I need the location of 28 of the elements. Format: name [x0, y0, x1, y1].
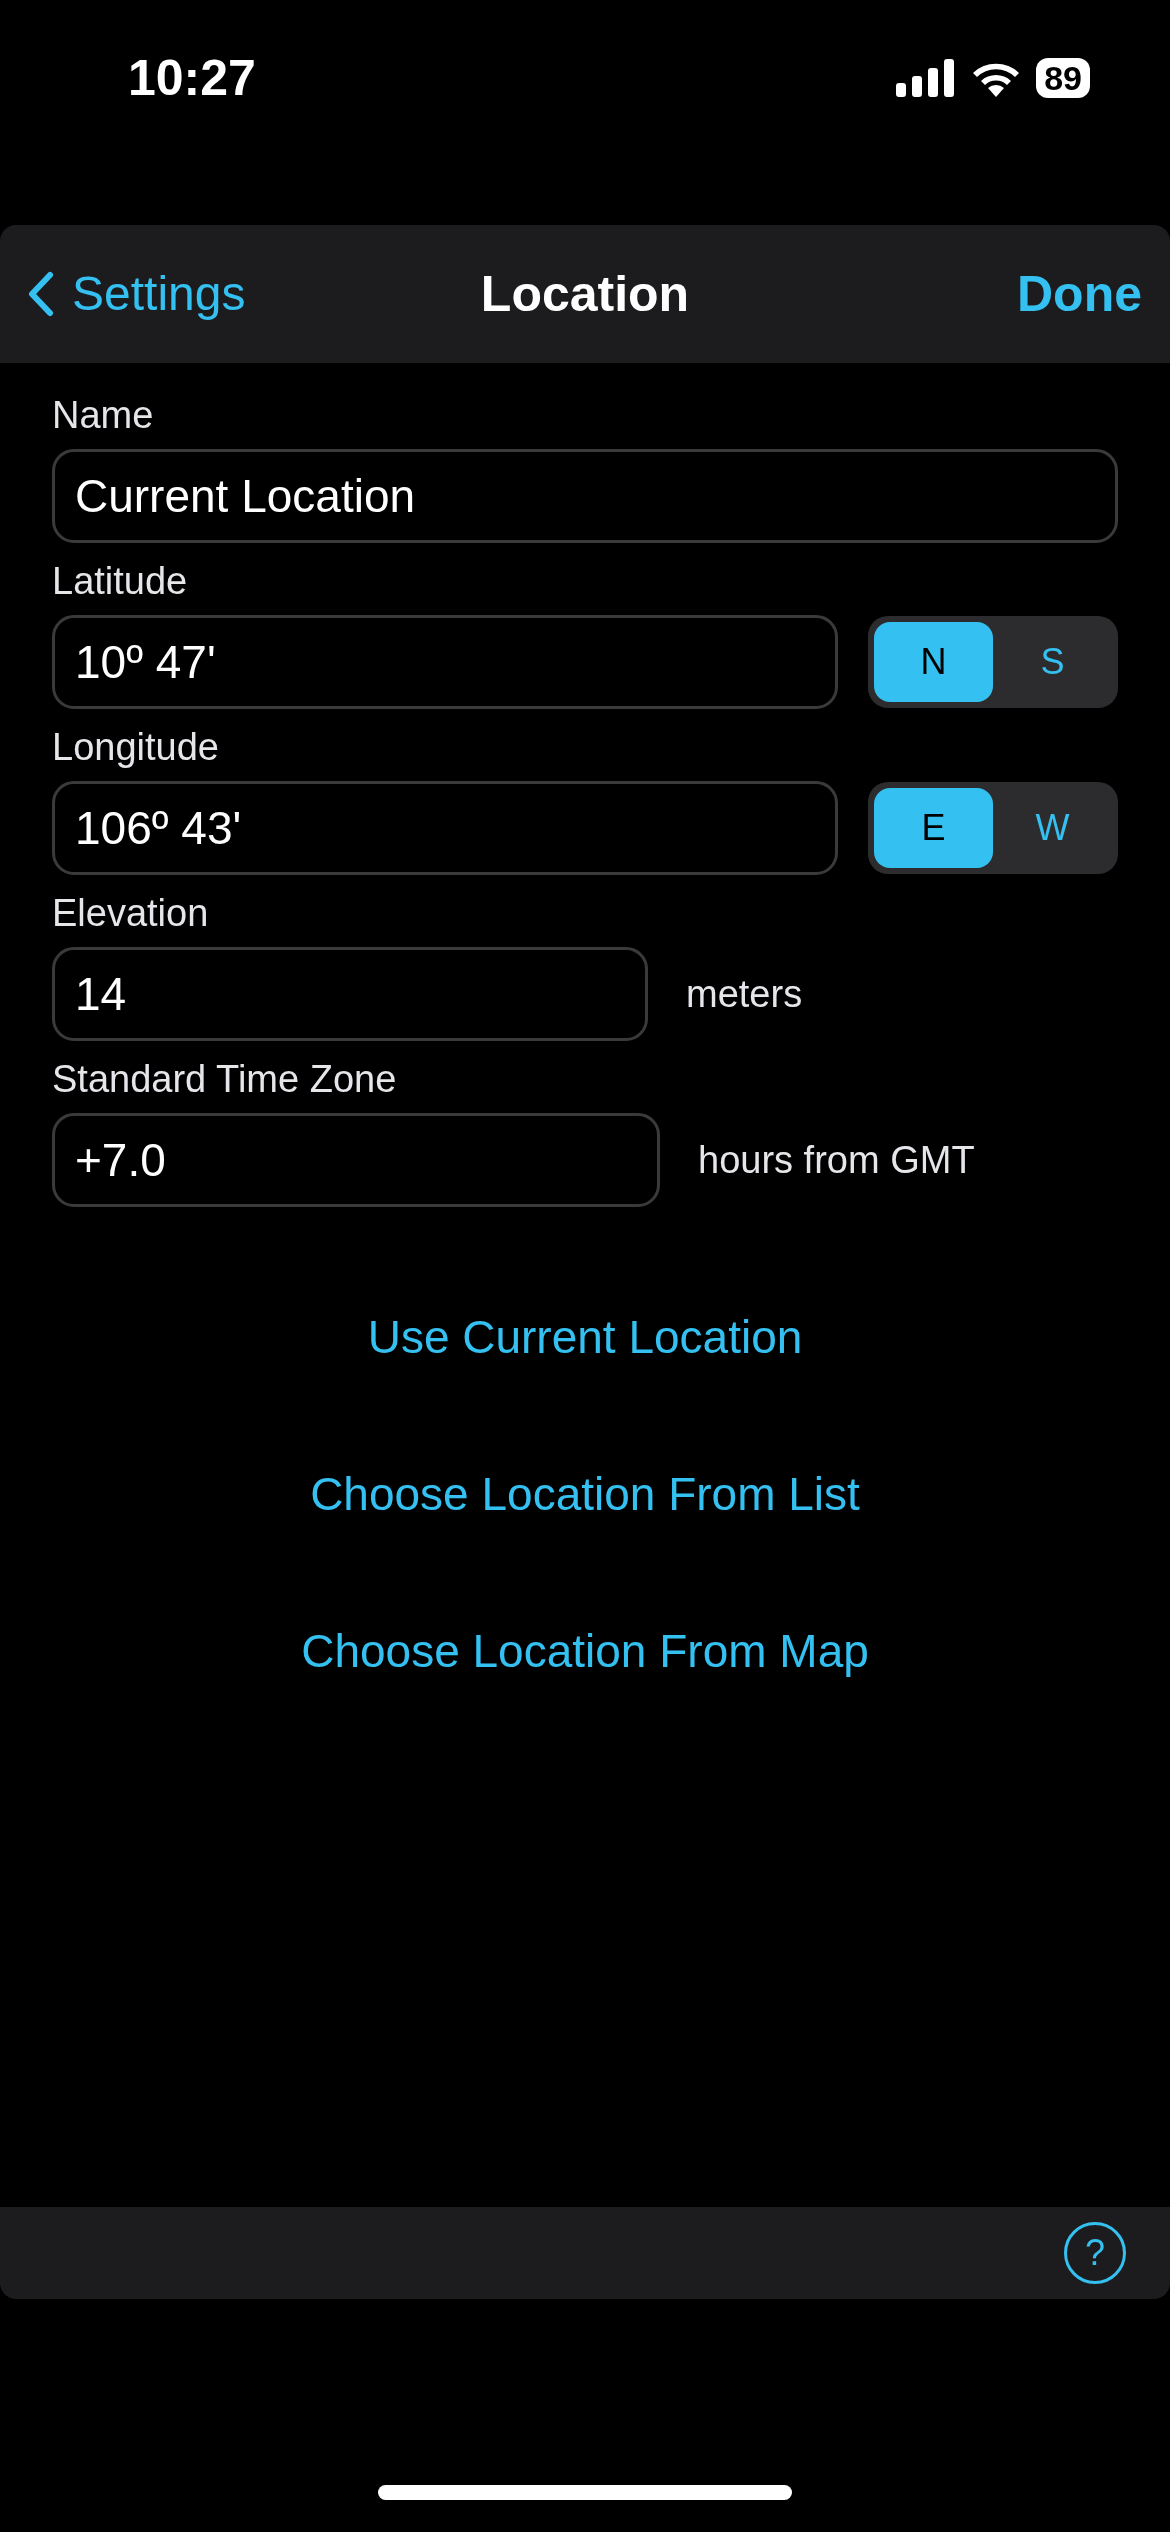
field-label: Latitude	[52, 559, 189, 603]
field-label: Longitude	[52, 725, 220, 769]
battery-level: 89	[1036, 58, 1090, 98]
segment-option[interactable]: E	[874, 788, 993, 868]
link-button[interactable]: Choose Location From Map	[301, 1617, 869, 1686]
link-button[interactable]: Use Current Location	[367, 1303, 803, 1372]
input-field[interactable]: Current Location	[52, 449, 1118, 543]
input-field[interactable]: +7.0	[52, 1113, 660, 1207]
input-field[interactable]: 10º 47'	[52, 615, 838, 709]
link-button[interactable]: Choose Location From List	[310, 1460, 860, 1529]
chevron-left-icon	[28, 271, 54, 317]
field-label: Elevation	[52, 891, 210, 935]
field-label: Standard Time Zone	[52, 1057, 398, 1101]
nav-title: Location	[480, 264, 690, 324]
home-indicator[interactable]	[378, 2485, 792, 2500]
status-time: 10:27	[128, 49, 256, 108]
segment-option[interactable]: N	[874, 622, 993, 702]
field-label: Name	[52, 393, 155, 437]
segment-option[interactable]: W	[993, 788, 1112, 868]
signal-icon	[896, 59, 957, 97]
back-button[interactable]: Settings	[28, 258, 246, 330]
help-button[interactable]: ?	[1064, 2222, 1126, 2284]
unit-label: hours from GMT	[698, 1137, 975, 1183]
input-field[interactable]: 14	[52, 947, 648, 1041]
done-button[interactable]: Done	[1017, 256, 1142, 332]
segment-option[interactable]: S	[993, 622, 1112, 702]
unit-label: meters	[686, 971, 803, 1017]
input-field[interactable]: 106º 43'	[52, 781, 838, 875]
